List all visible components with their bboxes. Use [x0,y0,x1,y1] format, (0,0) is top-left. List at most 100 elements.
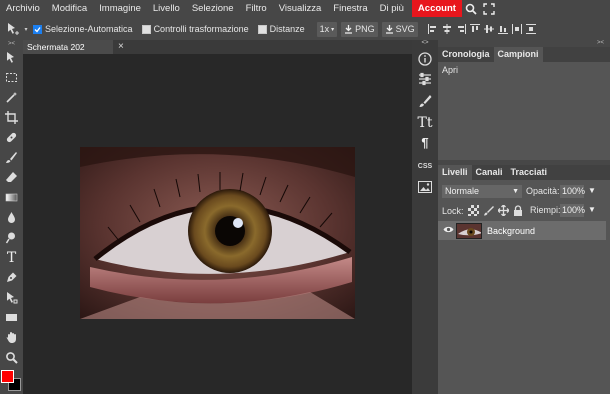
eye-icon[interactable] [443,225,454,234]
menu-finestra[interactable]: Finestra [327,0,373,17]
menu-livello[interactable]: Livello [147,0,186,17]
hand-tool[interactable] [3,329,20,346]
align-center-icon[interactable] [440,21,454,37]
opacity-input[interactable]: 100% [560,185,585,198]
bandage-icon [6,132,17,143]
sliders-icon [419,72,431,85]
marquee-tool[interactable] [3,69,20,86]
tab-livelli[interactable]: Livelli [438,165,472,180]
brush-icon [419,94,432,107]
panel-collapse-toggle[interactable]: >< [438,40,610,47]
properties-button[interactable] [416,70,434,87]
menu-selezione[interactable]: Selezione [186,0,240,17]
align-top-icon[interactable] [468,21,482,37]
text-tool[interactable]: T [3,249,20,266]
search-icon[interactable] [462,0,480,17]
align-middle-icon[interactable] [482,21,496,37]
tab-canali[interactable]: Canali [472,165,507,180]
tools-panel: >< T [0,40,23,394]
fill-input[interactable]: 100% [560,204,585,217]
fill-label: Riempi: [530,205,561,215]
move-tool-icon [4,21,22,37]
crop-tool[interactable] [3,109,20,126]
align-bottom-icon[interactable] [496,21,510,37]
distances-option[interactable]: Distanze [257,19,305,39]
lock-transparency-icon[interactable] [467,205,479,216]
menu-visualizza[interactable]: Visualizza [273,0,328,17]
history-panel: Cronologia Campioni Apri [438,47,610,160]
transform-controls-option[interactable]: Controlli trasformazione [141,19,249,39]
chevron-down-icon: ▾ [331,26,335,33]
history-item[interactable]: Apri [442,65,458,75]
align-left-icon[interactable] [426,21,440,37]
lock-all-icon[interactable] [513,205,523,216]
lock-label: Lock: [442,205,464,216]
chevron-down-icon: ▼ [512,188,519,195]
download-icon [385,24,393,34]
distribute-icon[interactable] [510,21,524,37]
zoom-tool[interactable] [3,349,20,366]
brush-icon [6,152,17,163]
move-tool[interactable] [3,49,20,66]
menu-di-piu[interactable]: Di più [374,0,410,17]
lock-pixels-icon[interactable] [483,205,494,216]
paragraph-button[interactable]: ¶ [416,134,434,151]
magic-wand-tool[interactable] [3,89,20,106]
blend-mode-select[interactable]: Normale ▼ [442,185,522,198]
align-right-icon[interactable] [454,21,468,37]
collapse-icon[interactable]: <> [412,40,438,47]
info-button[interactable] [416,50,434,67]
distribute-vertical-icon[interactable] [524,21,538,37]
auto-select-checkbox[interactable] [33,24,42,34]
menu-immagine[interactable]: Immagine [93,0,147,17]
distances-label: Distanze [269,24,305,34]
menu-archivio[interactable]: Archivio [0,0,46,17]
move-icon [7,52,14,63]
fullscreen-icon[interactable] [480,0,498,17]
path-select-tool[interactable] [3,289,20,306]
pen-tool[interactable] [3,269,20,286]
auto-select-option[interactable]: Selezione-Automatica [33,19,133,39]
close-icon[interactable]: × [118,41,124,52]
export-svg-button[interactable]: SVG [381,21,418,37]
chevron-down-icon[interactable]: ▾ [22,21,30,37]
distances-checkbox[interactable] [257,24,267,34]
document-tab[interactable]: Schermata 202 [23,40,113,54]
menu-modifica[interactable]: Modifica [46,0,93,17]
chevron-down-icon[interactable]: ▼ [588,186,596,195]
paragraph-icon: ¶ [421,135,429,150]
tab-tracciati[interactable]: Tracciati [507,165,552,180]
blur-tool[interactable] [3,209,20,226]
image-button[interactable] [416,178,434,195]
healing-tool[interactable] [3,129,20,146]
tab-campioni[interactable]: Campioni [493,47,543,62]
marquee-icon [6,73,17,82]
gradient-tool[interactable] [3,189,20,206]
dodge-icon [5,232,15,244]
expand-icon[interactable]: >< [3,41,20,47]
transform-controls-checkbox[interactable] [141,24,151,34]
css-button[interactable]: CSS [416,158,434,175]
export-png-button[interactable]: PNG [341,21,378,37]
layers-panel: Livelli Canali Tracciati Normale ▼ Opaci… [438,165,610,394]
chevron-down-icon[interactable]: ▼ [588,205,596,214]
foreground-color-swatch[interactable] [1,370,14,383]
brush-settings-button[interactable] [416,92,434,109]
dodge-tool[interactable] [3,229,20,246]
layer-row[interactable]: Background [438,221,606,240]
transform-controls-label: Controlli trasformazione [153,24,249,34]
character-button[interactable]: Tt [416,114,434,131]
blend-mode-value: Normale [445,186,480,196]
menu-filtro[interactable]: Filtro [240,0,273,17]
hand-icon [6,332,16,343]
rectangle-icon [6,314,17,321]
menubar: Archivio Modifica Immagine Livello Selez… [0,0,610,17]
zoom-select[interactable]: 1x ▾ [316,21,338,37]
brush-tool[interactable] [3,149,20,166]
eraser-tool[interactable] [3,169,20,186]
pen-icon [7,272,17,282]
tab-cronologia[interactable]: Cronologia [438,47,494,62]
shape-tool[interactable] [3,309,20,326]
account-button[interactable]: Account [411,0,462,17]
lock-position-icon[interactable] [497,205,509,216]
